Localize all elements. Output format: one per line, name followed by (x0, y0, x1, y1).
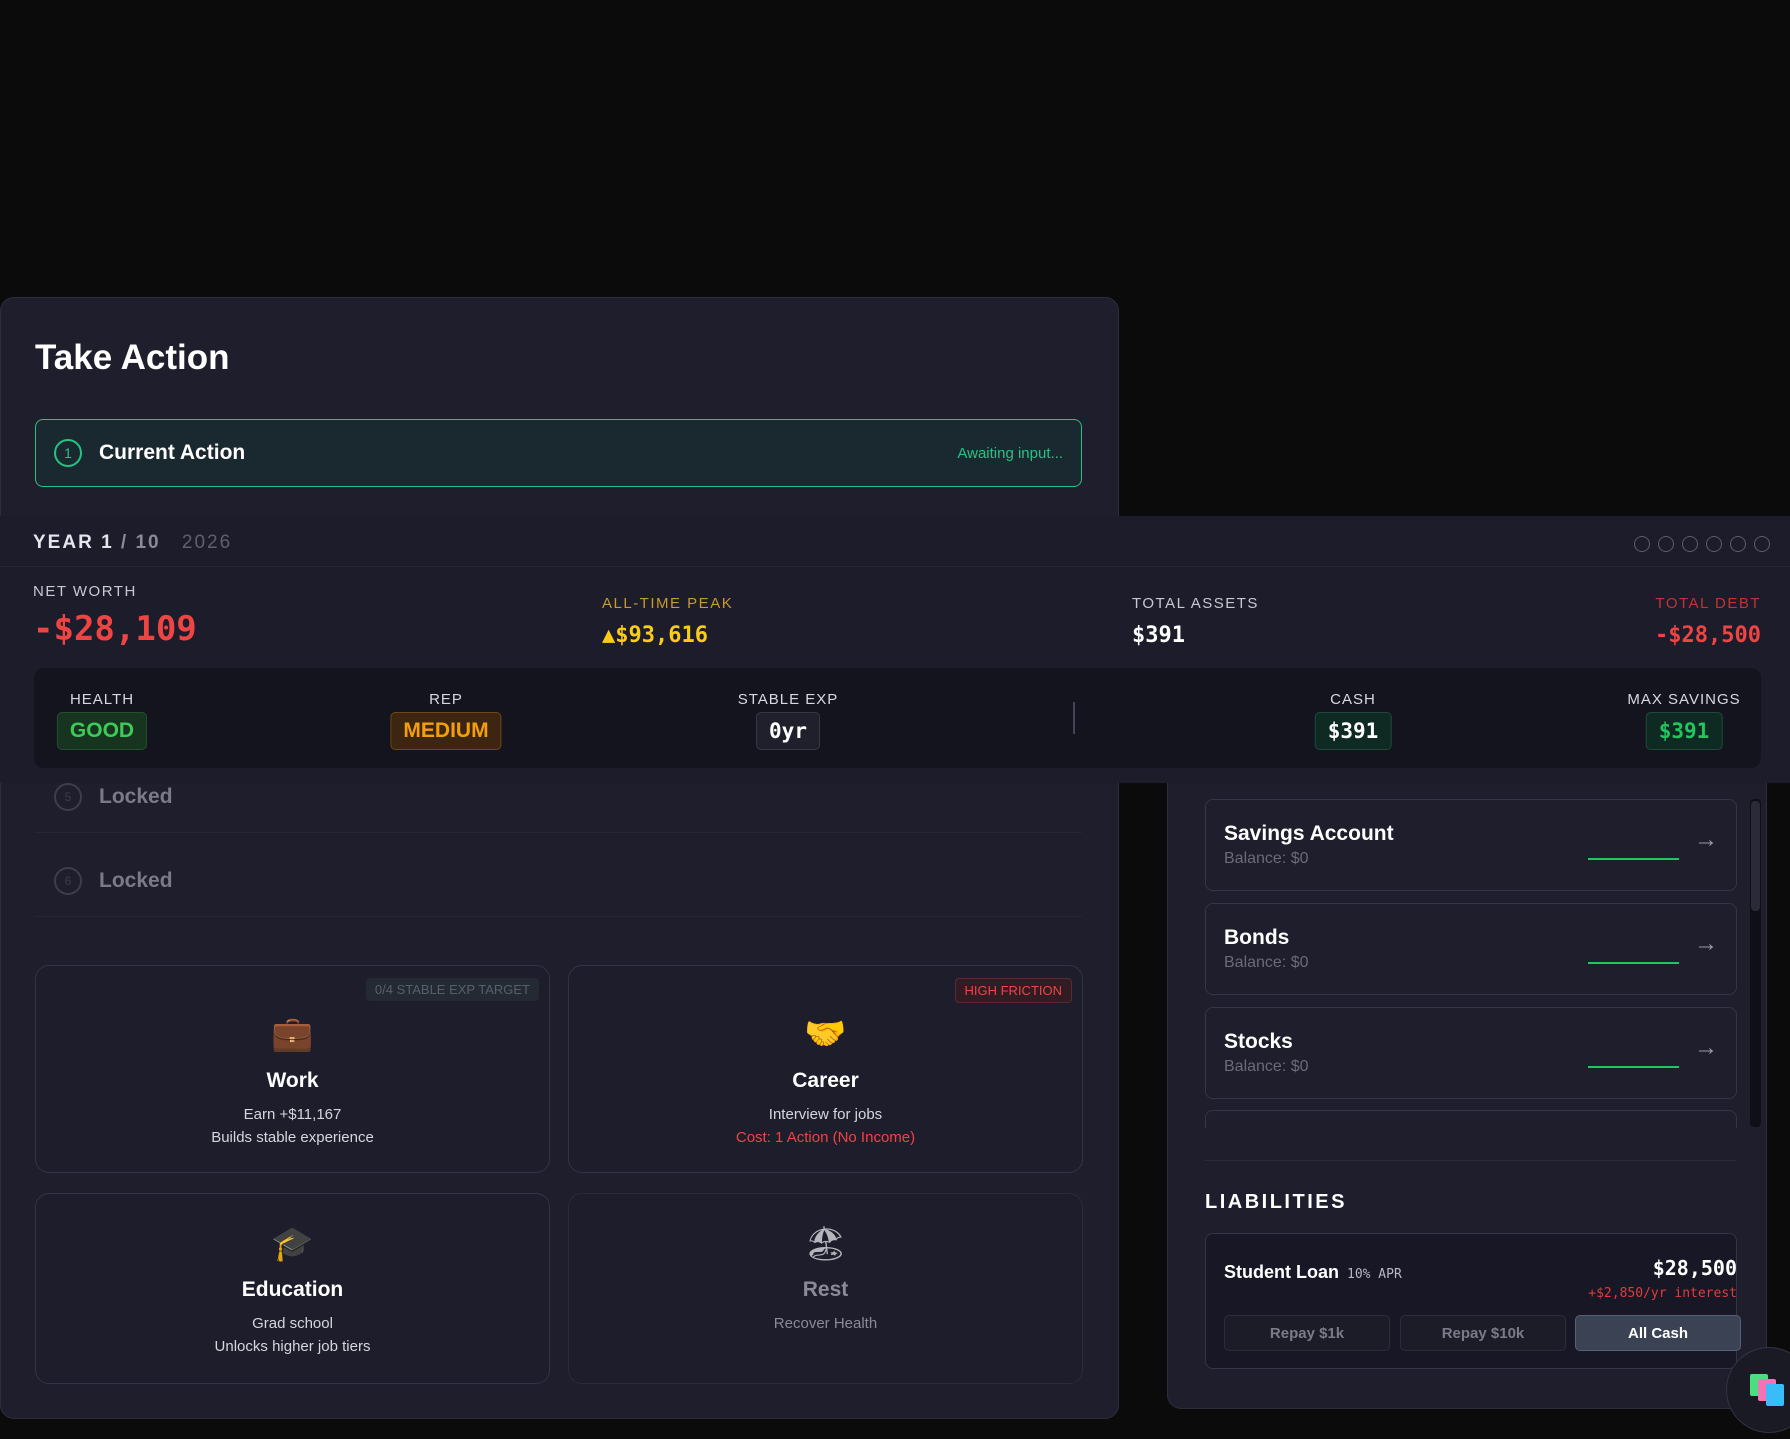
card-description-secondary: Unlocks higher job tiers (214, 1338, 371, 1355)
arrow-right-icon[interactable]: → (1694, 1034, 1718, 1062)
calendar-year: 2026 (181, 532, 233, 553)
progress-dot (1706, 536, 1722, 552)
current-year: YEAR 1 (33, 532, 114, 553)
sparkline (1588, 858, 1679, 860)
stable-exp-target-badge: 0/4 STABLE EXP TARGET (365, 978, 539, 1001)
total-debt-value: -$28,500 (1655, 623, 1761, 648)
portfolio-panel: Savings Account Balance: $0 → Bonds Bala… (1167, 783, 1767, 1409)
total-debt-label: TOTAL DEBT (1655, 595, 1761, 612)
divider (0, 566, 1790, 567)
bonds-card[interactable]: Bonds Balance: $0 → (1205, 903, 1737, 995)
card-cost: Cost: 1 Action (No Income) (735, 1129, 916, 1146)
savings-account-card[interactable]: Savings Account Balance: $0 → (1205, 799, 1737, 891)
asset-balance: Balance: $0 (1224, 1058, 1309, 1075)
cash-label: CASH (1330, 691, 1376, 708)
asset-name: Stocks (1224, 1030, 1293, 1053)
loan-title: Student Loan (1224, 1262, 1339, 1282)
card-description: Interview for jobs (768, 1106, 883, 1123)
health-label: HEALTH (69, 691, 135, 708)
action-panel: Take Action 1 Current Action Awaiting in… (0, 297, 1119, 1419)
education-card[interactable]: 🎓 Education Grad school Unlocks higher j… (35, 1193, 550, 1384)
current-action-label: Current Action (99, 441, 246, 464)
asset-balance: Balance: $0 (1224, 850, 1309, 867)
repay-10k-button[interactable]: Repay $10k (1400, 1315, 1566, 1351)
rep-label: REP (429, 691, 463, 708)
rep-badge: MEDIUM (390, 712, 502, 750)
step-number-circle: 1 (54, 439, 82, 467)
peak-label: ALL-TIME PEAK (602, 595, 734, 612)
scrollbar[interactable] (1750, 799, 1761, 1127)
asset-balance: Balance: $0 (1224, 954, 1309, 971)
sparkline (1588, 962, 1679, 964)
stocks-card[interactable]: Stocks Balance: $0 → (1205, 1007, 1737, 1099)
liabilities-title: LIABILITIES (1205, 1191, 1347, 1213)
total-assets-label: TOTAL ASSETS (1132, 595, 1259, 612)
year-indicator: YEAR 1 / 10 2026 (33, 532, 232, 554)
awaiting-input-status: Awaiting input... (957, 445, 1063, 462)
net-worth-value: -$28,109 (33, 609, 197, 649)
locked-label: Locked (99, 785, 173, 808)
loan-apr: 10% APR (1347, 1267, 1402, 1282)
card-description: Earn +$11,167 (243, 1106, 342, 1123)
locked-step-6: 6 Locked (35, 845, 1082, 917)
repay-1k-button[interactable]: Repay $1k (1224, 1315, 1390, 1351)
max-savings-label: MAX SAVINGS (1627, 691, 1741, 708)
current-action-row[interactable]: 1 Current Action Awaiting input... (35, 419, 1082, 487)
beach-umbrella-icon: 🏖 (803, 1225, 848, 1263)
progress-dot (1658, 536, 1674, 552)
progress-dots (1634, 536, 1770, 552)
progress-dot (1682, 536, 1698, 552)
card-title: Rest (802, 1278, 849, 1301)
divider (1205, 1160, 1736, 1161)
card-description: Recover Health (773, 1315, 878, 1332)
year-total: / 10 (120, 532, 161, 553)
peak-value: ▲$93,616 (602, 623, 708, 648)
high-friction-badge: HIGH FRICTION (954, 978, 1072, 1003)
student-loan-card: Student Loan 10% APR $28,500 +$2,850/yr i… (1205, 1233, 1741, 1369)
locked-label: Locked (99, 869, 173, 892)
page-title: Take Action (35, 338, 230, 377)
progress-dot (1634, 536, 1650, 552)
graduation-cap-icon: 🎓 (271, 1225, 314, 1263)
card-title: Work (266, 1069, 319, 1092)
career-card[interactable]: HIGH FRICTION 🤝 Career Interview for job… (568, 965, 1083, 1173)
arrow-right-icon[interactable]: → (1694, 930, 1718, 958)
arrow-right-icon[interactable]: → (1694, 826, 1718, 854)
sparkline (1588, 1066, 1679, 1068)
metrics-separator (1073, 702, 1075, 734)
progress-dot (1730, 536, 1746, 552)
handshake-icon: 🤝 (804, 1015, 847, 1053)
briefcase-icon: 💼 (271, 1015, 314, 1053)
asset-name: Bonds (1224, 926, 1290, 949)
card-title: Career (792, 1069, 859, 1092)
card-description: Grad school (252, 1315, 333, 1332)
max-savings-badge: $391 (1645, 712, 1723, 750)
cash-badge: $391 (1314, 712, 1392, 750)
metrics-strip: HEALTH GOOD REP MEDIUM STABLE EXP 0yr CA… (34, 668, 1761, 768)
stats-bar: YEAR 1 / 10 2026 NET WORTH -$28,109 ALL-… (0, 516, 1790, 783)
loan-name: Student Loan 10% APR (1224, 1262, 1402, 1283)
card-title: Education (241, 1278, 344, 1301)
next-asset-card-peek[interactable] (1205, 1110, 1737, 1128)
loan-interest: +$2,850/yr interest (1588, 1286, 1737, 1301)
card-description-secondary: Builds stable experience (211, 1129, 374, 1146)
work-card[interactable]: 0/4 STABLE EXP TARGET 💼 Work Earn +$11,1… (35, 965, 550, 1173)
rest-card[interactable]: 🏖 Rest Recover Health (568, 1193, 1083, 1384)
health-badge: GOOD (56, 712, 148, 750)
progress-dot (1754, 536, 1770, 552)
total-assets-value: $391 (1132, 623, 1185, 648)
repay-all-cash-button[interactable]: All Cash (1575, 1315, 1741, 1351)
asset-name: Savings Account (1224, 822, 1394, 845)
stable-exp-badge: 0yr (756, 712, 820, 750)
scrollbar-thumb[interactable] (1751, 801, 1760, 911)
step-number-circle: 6 (54, 867, 82, 895)
loan-amount: $28,500 (1652, 1256, 1737, 1280)
stable-exp-label: STABLE EXP (737, 691, 839, 708)
step-number-circle: 5 (54, 783, 82, 811)
net-worth-label: NET WORTH (33, 583, 137, 600)
card-stack-icon (1766, 1384, 1784, 1406)
